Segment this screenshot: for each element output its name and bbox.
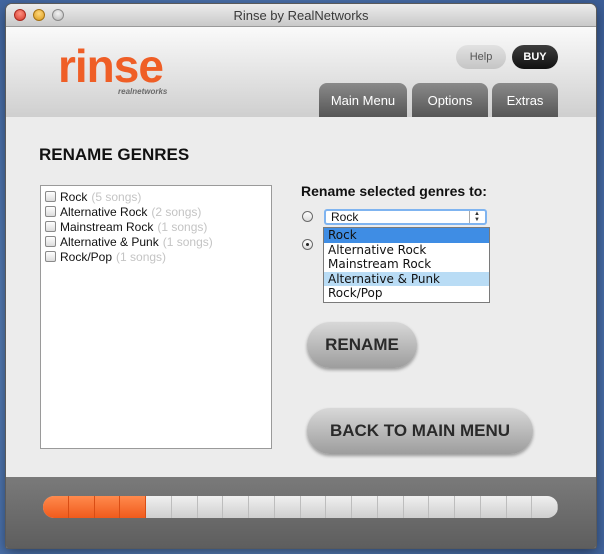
rinse-logo: rinse xyxy=(58,40,164,92)
progress-segment xyxy=(480,496,507,518)
progress-segment xyxy=(532,496,558,518)
dropdown-option-alternative-rock[interactable]: Alternative Rock xyxy=(324,243,489,258)
progress-segment xyxy=(94,496,121,518)
progress-segment xyxy=(377,496,404,518)
rename-to-label: Rename selected genres to: xyxy=(301,183,487,199)
genre-checkbox[interactable] xyxy=(45,191,56,202)
song-count: (5 songs) xyxy=(91,189,142,204)
genre-checkbox[interactable] xyxy=(45,206,56,217)
genre-name: Mainstream Rock xyxy=(60,219,154,234)
app-header: rinse realnetworks Help BUY Main Menu Op… xyxy=(6,27,596,117)
progress-segment xyxy=(43,496,69,518)
genre-name: Rock/Pop xyxy=(60,249,113,264)
rename-button[interactable]: RENAME xyxy=(307,322,417,368)
realnetworks-logo-text: realnetworks xyxy=(118,87,168,96)
page-title: RENAME GENRES xyxy=(39,145,190,164)
song-count: (1 songs) xyxy=(157,219,208,234)
list-item[interactable]: Mainstream Rock (1 songs) xyxy=(41,219,271,234)
dropdown-option-rock-pop[interactable]: Rock/Pop xyxy=(324,286,489,301)
tab-options[interactable]: Options xyxy=(412,83,488,117)
dropdown-option-alternative-punk[interactable]: Alternative & Punk xyxy=(324,271,489,286)
progress-segment xyxy=(171,496,198,518)
progress-bar xyxy=(43,496,558,518)
song-count: (2 songs) xyxy=(151,204,202,219)
progress-segment xyxy=(429,496,455,518)
progress-segment xyxy=(197,496,224,518)
progress-segment xyxy=(146,496,172,518)
progress-segment xyxy=(223,496,249,518)
progress-segment xyxy=(352,496,378,518)
genre-checkbox[interactable] xyxy=(45,221,56,232)
title-bar[interactable]: Rinse by RealNetworks xyxy=(6,4,596,27)
footer-bar xyxy=(6,477,596,548)
radio-selected-dot xyxy=(306,243,309,246)
progress-segment xyxy=(68,496,95,518)
genre-select-value: Rock xyxy=(331,210,359,224)
custom-genre-radio[interactable] xyxy=(302,239,313,250)
genre-name: Alternative & Punk xyxy=(60,234,159,249)
tab-extras[interactable]: Extras xyxy=(492,83,558,117)
genre-name: Alternative Rock xyxy=(60,204,148,219)
progress-segment xyxy=(274,496,301,518)
genre-dropdown-menu: Rock Alternative Rock Mainstream Rock Al… xyxy=(323,227,490,303)
back-to-main-menu-button[interactable]: BACK TO MAIN MENU xyxy=(307,408,533,454)
dropdown-option-rock[interactable]: Rock xyxy=(324,228,489,243)
song-count: (1 songs) xyxy=(116,249,167,264)
help-button[interactable]: Help xyxy=(456,45,506,69)
progress-segment xyxy=(120,496,146,518)
genre-select[interactable]: Rock ▲ ▼ xyxy=(324,209,487,225)
genre-checkbox[interactable] xyxy=(45,236,56,247)
progress-segment xyxy=(506,496,533,518)
window-title: Rinse by RealNetworks xyxy=(233,8,369,23)
rename-genres-panel: RENAME GENRES Rock (5 songs) Alternative… xyxy=(6,117,596,477)
list-item[interactable]: Alternative & Punk (1 songs) xyxy=(41,234,271,249)
list-item[interactable]: Rock/Pop (1 songs) xyxy=(41,249,271,264)
genre-name: Rock xyxy=(60,189,88,204)
genre-list[interactable]: Rock (5 songs) Alternative Rock (2 songs… xyxy=(40,185,272,449)
existing-genre-radio[interactable] xyxy=(302,211,313,222)
song-count: (1 songs) xyxy=(162,234,213,249)
buy-button[interactable]: BUY xyxy=(512,45,558,69)
progress-segment xyxy=(326,496,352,518)
progress-segment xyxy=(403,496,430,518)
list-item[interactable]: Alternative Rock (2 songs) xyxy=(41,204,271,219)
progress-segment xyxy=(455,496,481,518)
progress-segment xyxy=(300,496,327,518)
select-arrows-icon: ▲ ▼ xyxy=(469,211,484,223)
tab-main-menu[interactable]: Main Menu xyxy=(319,83,407,117)
genre-checkbox[interactable] xyxy=(45,251,56,262)
app-window: Rinse by RealNetworks rinse realnetworks… xyxy=(6,4,596,548)
progress-segment xyxy=(249,496,275,518)
list-item[interactable]: Rock (5 songs) xyxy=(41,189,271,204)
dropdown-option-mainstream-rock[interactable]: Mainstream Rock xyxy=(324,257,489,272)
